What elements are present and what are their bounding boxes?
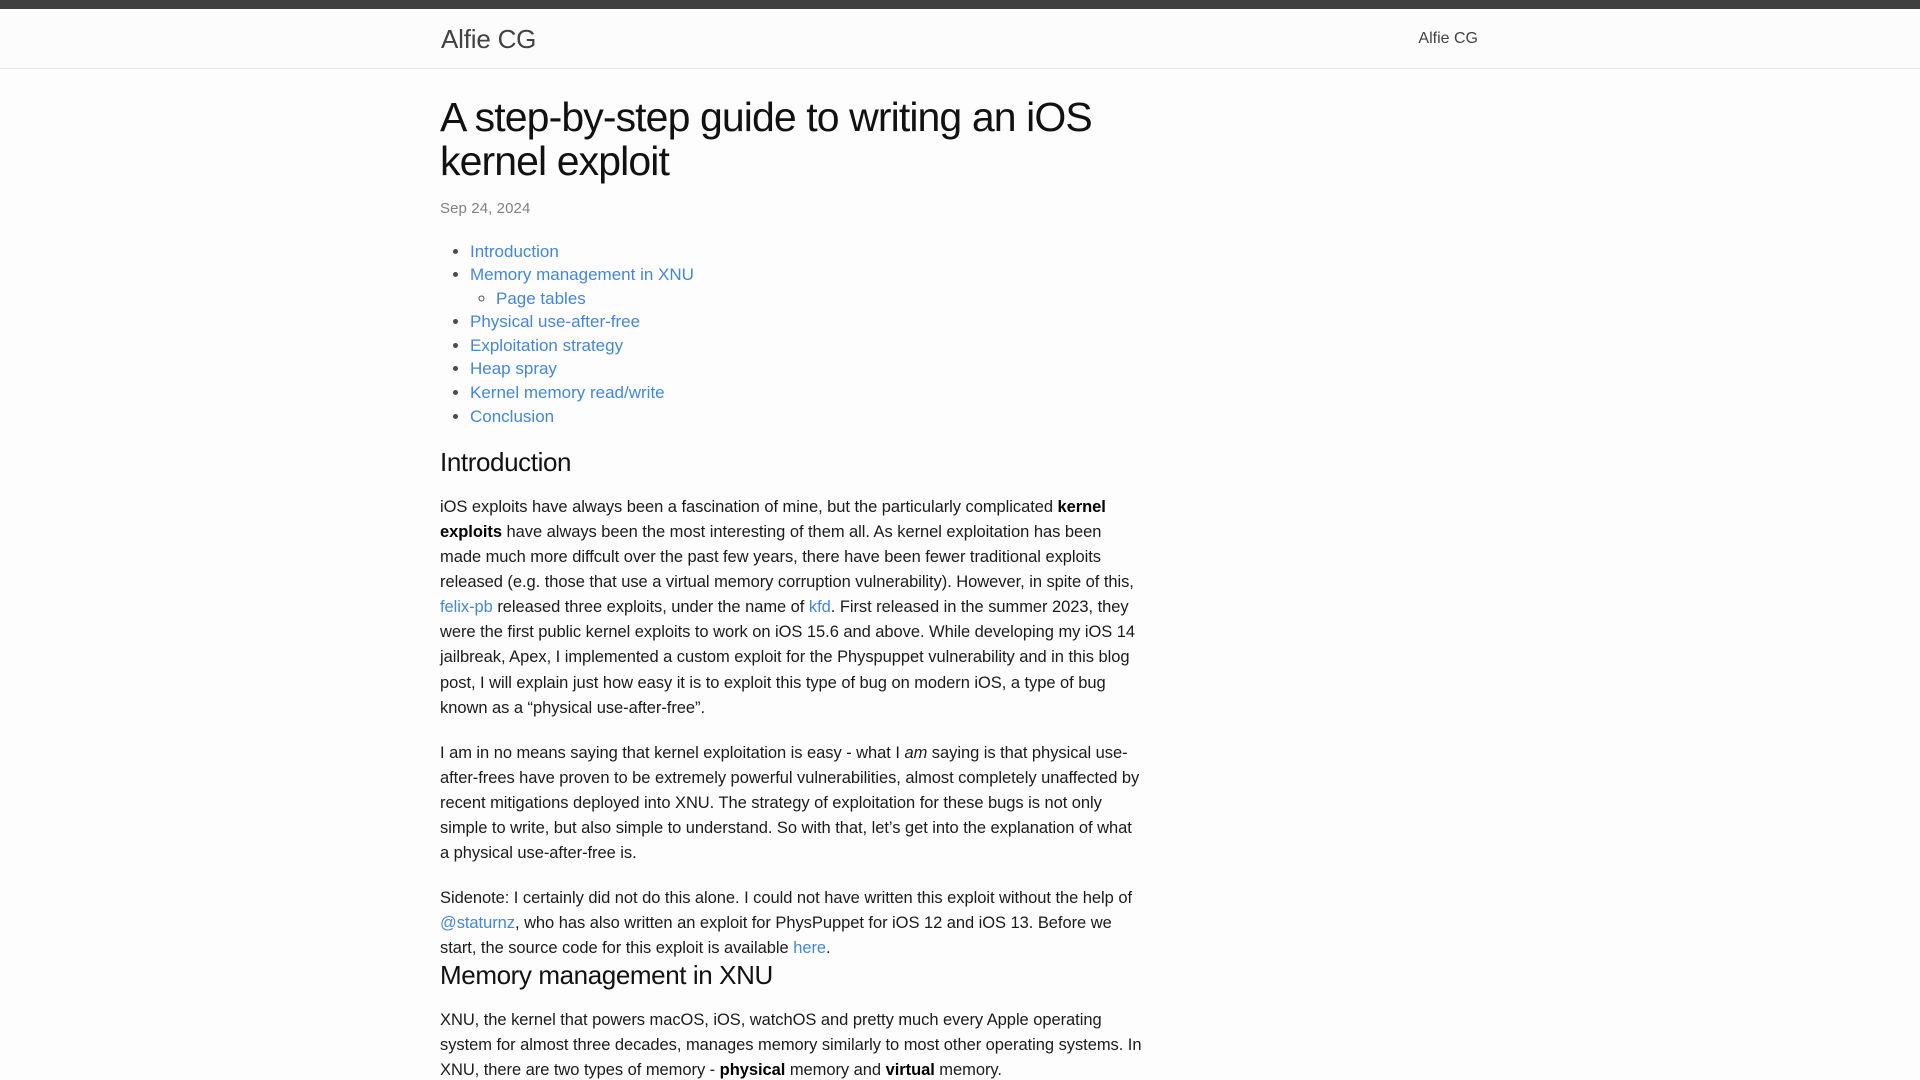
toc-item-kernel-memory-rw: Kernel memory read/write bbox=[470, 383, 1480, 403]
link-felix-pb[interactable]: felix-pb bbox=[440, 598, 493, 616]
toc-link-heap-spray[interactable]: Heap spray bbox=[470, 359, 557, 378]
heading-introduction: Introduction bbox=[440, 447, 572, 478]
toc-item-conclusion: Conclusion bbox=[470, 407, 1480, 427]
paragraph-intro-2: I am in no means saying that kernel expl… bbox=[440, 741, 1145, 866]
toc-link-conclusion[interactable]: Conclusion bbox=[470, 407, 554, 426]
toc-item-exploitation-strategy: Exploitation strategy bbox=[470, 336, 1480, 356]
post-content: Introduction iOS exploits have always be… bbox=[440, 447, 1145, 1080]
text-run: iOS exploits have always been a fascinat… bbox=[440, 497, 1058, 516]
paragraph-intro-3: Sidenote: I certainly did not do this al… bbox=[440, 886, 1145, 961]
emphasis-virtual: virtual bbox=[885, 1061, 935, 1080]
heading-memory-management: Memory management in XNU bbox=[440, 960, 773, 991]
emphasis-physical: physical bbox=[719, 1061, 786, 1080]
site-nav: Alfie CG bbox=[1418, 30, 1480, 47]
nav-link-alfie-cg[interactable]: Alfie CG bbox=[1418, 30, 1480, 47]
toc-item-introduction: Introduction bbox=[470, 242, 1480, 262]
text-run: Sidenote: I certainly did not do this al… bbox=[440, 889, 1132, 908]
toc-link-memory-management[interactable]: Memory management in XNU bbox=[470, 265, 694, 284]
text-run: memory. bbox=[934, 1061, 1002, 1080]
toc-item-memory-management: Memory management in XNU Page tables bbox=[470, 265, 1480, 308]
link-kfd[interactable]: kfd bbox=[809, 598, 831, 616]
section-introduction: Introduction iOS exploits have always be… bbox=[440, 447, 1145, 961]
site-header: Alfie CG Alfie CG bbox=[0, 9, 1920, 69]
top-accent-bar bbox=[0, 0, 1920, 9]
table-of-contents: Introduction Memory management in XNU Pa… bbox=[440, 242, 1480, 426]
toc-item-page-tables: Page tables bbox=[496, 289, 1480, 309]
post-date: Sep 24, 2024 bbox=[440, 199, 531, 217]
text-run: memory and bbox=[785, 1061, 886, 1080]
toc-item-physical-uaf: Physical use-after-free bbox=[470, 312, 1480, 332]
link-here[interactable]: here bbox=[793, 939, 826, 957]
page-wrapper: A step-by-step guide to writing an iOS k… bbox=[440, 69, 1480, 1080]
toc-item-heap-spray: Heap spray bbox=[470, 359, 1480, 379]
page-title: A step-by-step guide to writing an iOS k… bbox=[440, 94, 1093, 184]
emphasis-am: am bbox=[904, 743, 928, 762]
paragraph-intro-1: iOS exploits have always been a fascinat… bbox=[440, 495, 1145, 721]
text-run: have always been the most interesting of… bbox=[440, 523, 1134, 592]
link-staturnz[interactable]: @staturnz bbox=[440, 914, 515, 932]
toc-link-introduction[interactable]: Introduction bbox=[470, 242, 559, 261]
paragraph-memory-1: XNU, the kernel that powers macOS, iOS, … bbox=[440, 1008, 1145, 1080]
toc-link-kernel-memory-rw[interactable]: Kernel memory read/write bbox=[470, 383, 665, 402]
text-run: released three exploits, under the name … bbox=[492, 598, 809, 617]
site-header-inner: Alfie CG Alfie CG bbox=[440, 9, 1480, 68]
text-run: . bbox=[826, 939, 831, 958]
toc-link-exploitation-strategy[interactable]: Exploitation strategy bbox=[470, 336, 623, 355]
site-title-link[interactable]: Alfie CG bbox=[440, 26, 536, 52]
toc-link-physical-uaf[interactable]: Physical use-after-free bbox=[470, 312, 640, 331]
text-run: , who has also written an exploit for Ph… bbox=[440, 914, 1112, 958]
toc-link-page-tables[interactable]: Page tables bbox=[496, 289, 586, 308]
section-memory-management: Memory management in XNU XNU, the kernel… bbox=[440, 960, 1145, 1080]
text-run: I am in no means saying that kernel expl… bbox=[440, 743, 905, 762]
toc-sublist-memory-management: Page tables bbox=[470, 289, 1480, 309]
